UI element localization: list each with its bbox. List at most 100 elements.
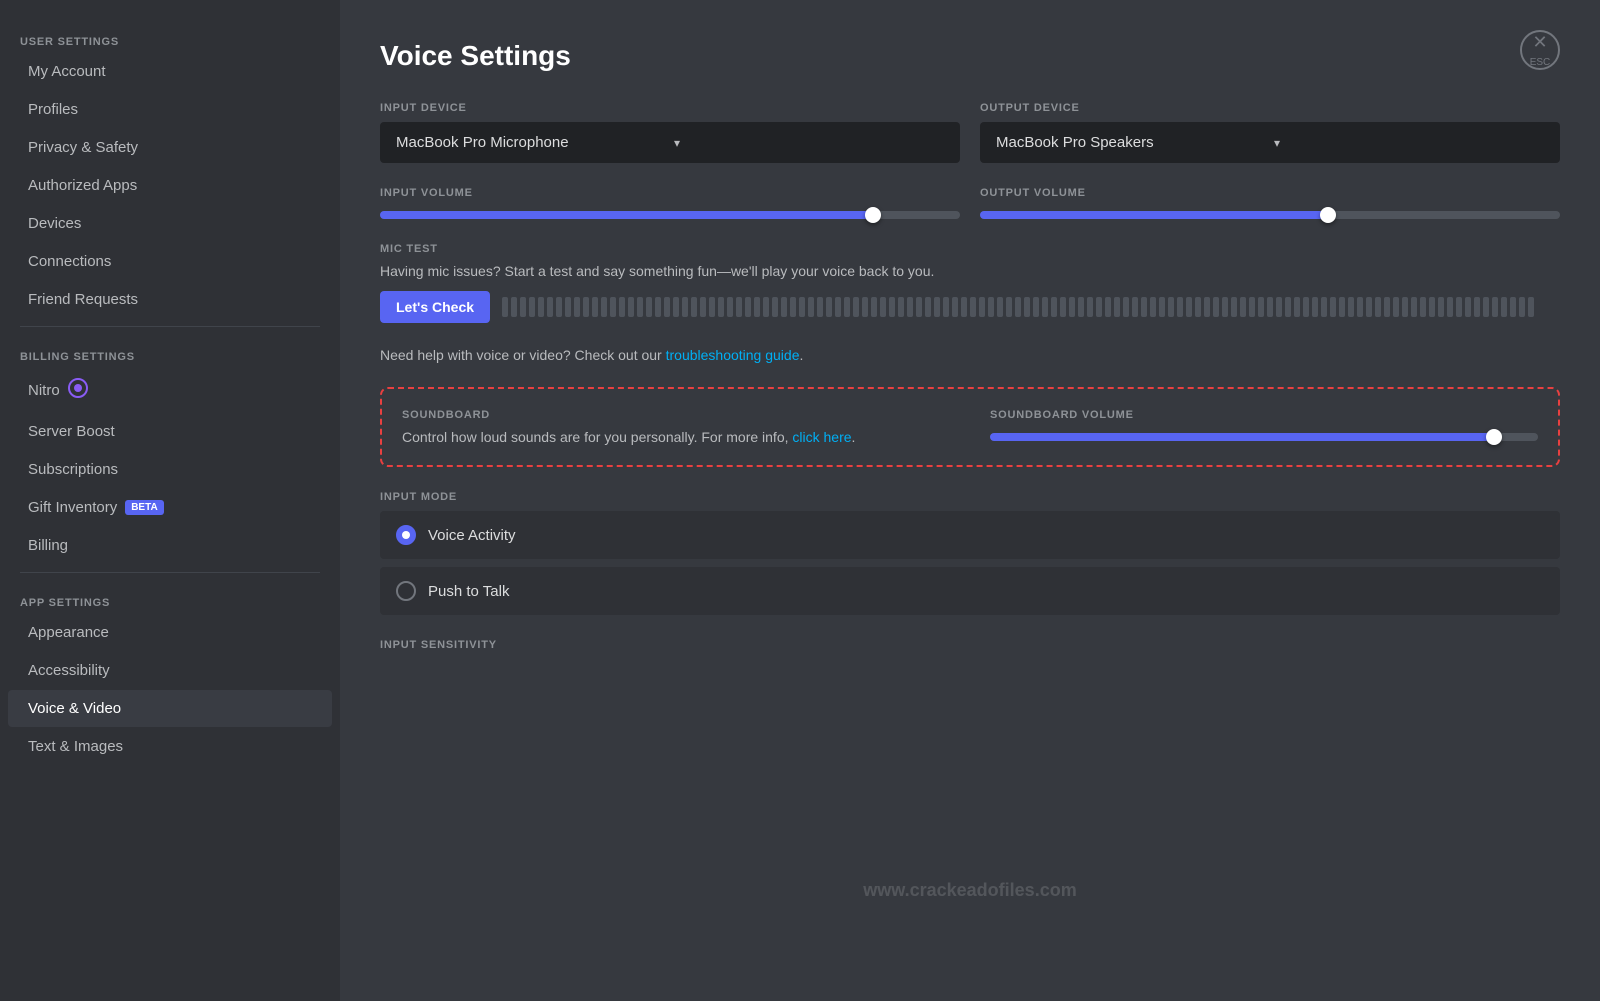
soundboard-volume-slider[interactable] (990, 433, 1538, 441)
troubleshooting-link[interactable]: troubleshooting guide (666, 347, 800, 363)
input-device-value: MacBook Pro Microphone (396, 134, 666, 151)
meter-bar (1492, 297, 1498, 317)
meter-bar (889, 297, 895, 317)
meter-bar (538, 297, 544, 317)
sidebar-item-voice-video[interactable]: Voice & Video (8, 690, 332, 727)
push-to-talk-option[interactable]: Push to Talk (380, 567, 1560, 615)
meter-bar (1168, 297, 1174, 317)
soundboard-link[interactable]: click here (792, 429, 851, 445)
input-sensitivity-section: INPUT SENSITIVITY (380, 639, 1560, 651)
meter-bar (736, 297, 742, 317)
input-volume-slider[interactable] (380, 211, 960, 219)
voice-activity-option[interactable]: Voice Activity (380, 511, 1560, 559)
soundboard-volume-thumb[interactable] (1486, 429, 1502, 445)
billing-settings-label: BILLING SETTINGS (0, 335, 340, 367)
input-volume-thumb[interactable] (865, 207, 881, 223)
nitro-icon (68, 378, 88, 402)
sidebar-item-appearance[interactable]: Appearance (8, 614, 332, 651)
meter-bar (718, 297, 724, 317)
sidebar-item-label: Connections (28, 253, 111, 270)
meter-bar (970, 297, 976, 317)
watermark: www.crackeadofiles.com (863, 880, 1076, 901)
output-volume-col: OUTPUT VOLUME (980, 187, 1560, 219)
output-volume-thumb[interactable] (1320, 207, 1336, 223)
soundboard-left: SOUNDBOARD Control how loud sounds are f… (402, 409, 950, 445)
meter-bar (1339, 297, 1345, 317)
user-settings-label: USER SETTINGS (0, 20, 340, 52)
sidebar-item-accessibility[interactable]: Accessibility (8, 652, 332, 689)
meter-bar (565, 297, 571, 317)
lets-check-button[interactable]: Let's Check (380, 291, 490, 323)
sidebar-item-label: Friend Requests (28, 291, 138, 308)
meter-bar (637, 297, 643, 317)
meter-bar (619, 297, 625, 317)
meter-bar (763, 297, 769, 317)
sidebar-item-text-images[interactable]: Text & Images (8, 728, 332, 765)
output-device-select[interactable]: MacBook Pro Speakers ▾ (980, 122, 1560, 163)
meter-bar (1105, 297, 1111, 317)
meter-bar (583, 297, 589, 317)
meter-bar (835, 297, 841, 317)
meter-bar (1366, 297, 1372, 317)
sidebar-item-profiles[interactable]: Profiles (8, 91, 332, 128)
meter-bar (709, 297, 715, 317)
close-button[interactable]: ✕ ESC (1520, 30, 1560, 70)
meter-bar (1465, 297, 1471, 317)
meter-bar (1276, 297, 1282, 317)
meter-bar (1402, 297, 1408, 317)
sidebar-item-my-account[interactable]: My Account (8, 53, 332, 90)
voice-activity-radio[interactable] (396, 525, 416, 545)
meter-bar (1123, 297, 1129, 317)
input-device-col: INPUT DEVICE MacBook Pro Microphone ▾ (380, 102, 960, 163)
input-mode-section: INPUT MODE Voice Activity Push to Talk (380, 491, 1560, 615)
meter-bar (1096, 297, 1102, 317)
meter-bar (1411, 297, 1417, 317)
meter-bar (1267, 297, 1273, 317)
meter-bar (1177, 297, 1183, 317)
push-to-talk-radio[interactable] (396, 581, 416, 601)
meter-bar (1393, 297, 1399, 317)
sidebar-item-privacy-safety[interactable]: Privacy & Safety (8, 129, 332, 166)
meter-bar (1006, 297, 1012, 317)
sidebar-item-billing[interactable]: Billing (8, 527, 332, 564)
sidebar-item-label: Gift Inventory (28, 499, 117, 516)
output-device-col: OUTPUT DEVICE MacBook Pro Speakers ▾ (980, 102, 1560, 163)
meter-bar (601, 297, 607, 317)
sidebar-item-label: Privacy & Safety (28, 139, 138, 156)
sidebar-item-label: Accessibility (28, 662, 110, 679)
meter-bar (664, 297, 670, 317)
meter-bar (781, 297, 787, 317)
app-settings-label: APP SETTINGS (0, 581, 340, 613)
input-device-select[interactable]: MacBook Pro Microphone ▾ (380, 122, 960, 163)
mic-test-row: Let's Check (380, 291, 1560, 323)
sidebar-item-connections[interactable]: Connections (8, 243, 332, 280)
sidebar-item-label: Subscriptions (28, 461, 118, 478)
sidebar-item-authorized-apps[interactable]: Authorized Apps (8, 167, 332, 204)
voice-activity-label: Voice Activity (428, 527, 516, 544)
meter-bar (529, 297, 535, 317)
meter-bar (1033, 297, 1039, 317)
meter-bar (1501, 297, 1507, 317)
sidebar-item-server-boost[interactable]: Server Boost (8, 413, 332, 450)
output-device-value: MacBook Pro Speakers (996, 134, 1266, 151)
meter-bar (862, 297, 868, 317)
meter-bar (1384, 297, 1390, 317)
meter-bar (574, 297, 580, 317)
device-row: INPUT DEVICE MacBook Pro Microphone ▾ OU… (380, 102, 1560, 163)
output-volume-slider[interactable] (980, 211, 1560, 219)
sidebar-item-devices[interactable]: Devices (8, 205, 332, 242)
meter-bar (1312, 297, 1318, 317)
sidebar-item-nitro[interactable]: Nitro (8, 368, 332, 412)
meter-bar (655, 297, 661, 317)
sidebar-item-gift-inventory[interactable]: Gift Inventory BETA (8, 489, 332, 526)
sidebar-item-friend-requests[interactable]: Friend Requests (8, 281, 332, 318)
sidebar-item-label: My Account (28, 63, 106, 80)
meter-bar (1528, 297, 1534, 317)
sidebar: USER SETTINGS My Account Profiles Privac… (0, 0, 340, 1001)
close-icon: ✕ (1532, 32, 1547, 53)
meter-bar (1204, 297, 1210, 317)
sidebar-item-subscriptions[interactable]: Subscriptions (8, 451, 332, 488)
input-volume-col: INPUT VOLUME (380, 187, 960, 219)
input-sensitivity-label: INPUT SENSITIVITY (380, 639, 1560, 651)
input-device-label: INPUT DEVICE (380, 102, 960, 114)
